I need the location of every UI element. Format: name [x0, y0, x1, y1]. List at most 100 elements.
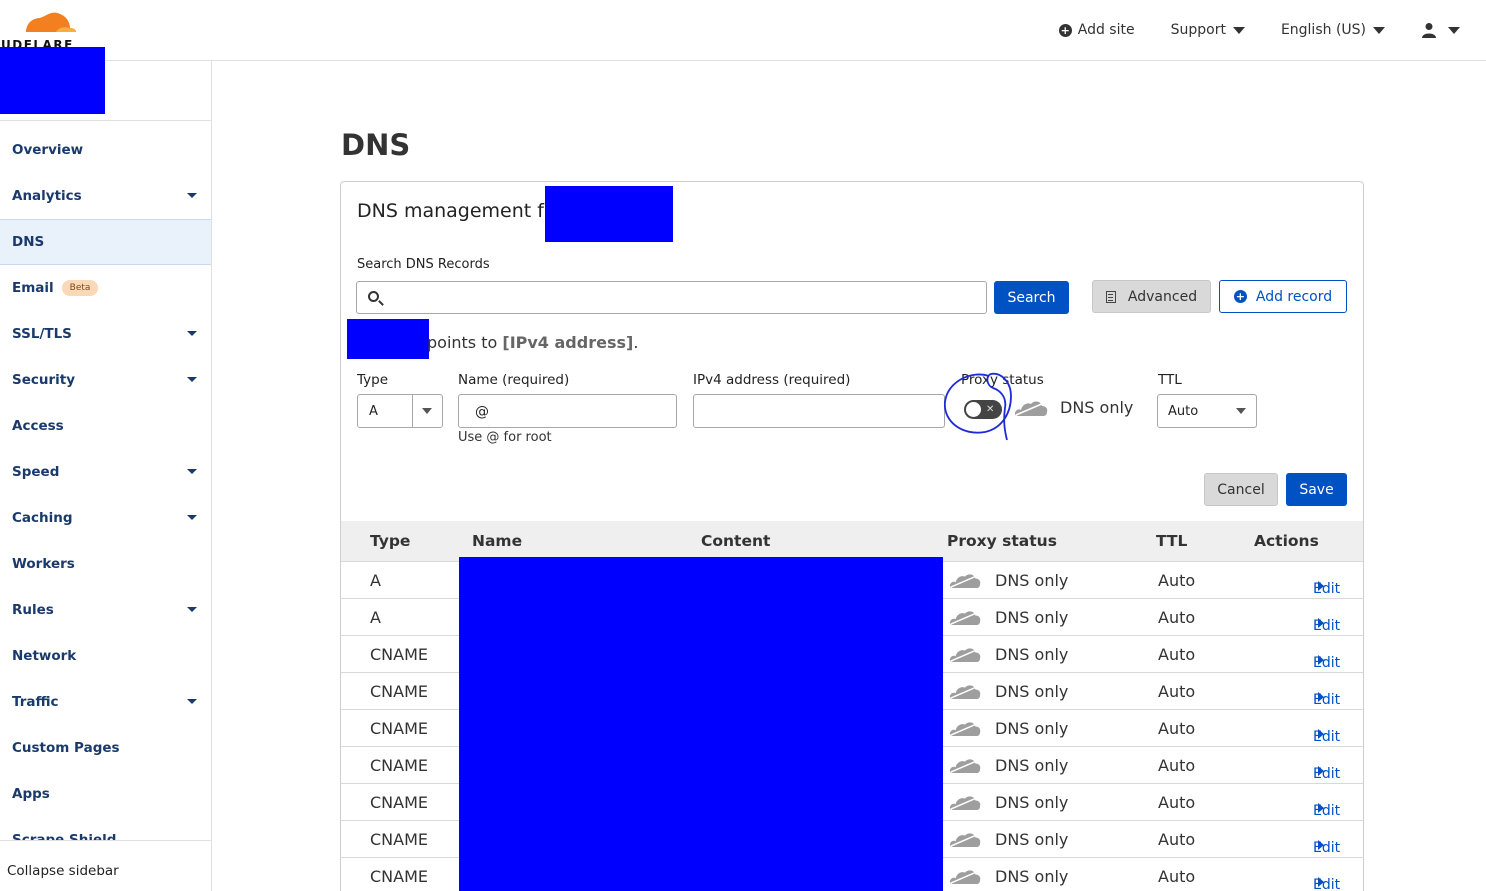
col-actions: Actions [1254, 532, 1319, 550]
cloud-icon [1014, 401, 1048, 416]
type-label: Type [357, 372, 389, 388]
select-divider [412, 395, 413, 427]
sidebar-item-label: Workers [12, 556, 75, 572]
col-proxy-status[interactable]: Proxy status [947, 532, 1057, 550]
add-record-button[interactable]: + Add record [1219, 280, 1347, 313]
cloud-icon [949, 611, 981, 625]
sidebar-item-label: Rules [12, 602, 54, 618]
ttl-select[interactable]: Auto [1157, 394, 1257, 428]
sidebar-item-label: Overview [12, 142, 84, 158]
user-icon [1422, 23, 1436, 38]
sidebar-item-scrape-shield[interactable]: Scrape Shield [0, 817, 211, 841]
name-field[interactable] [458, 394, 677, 428]
card-title: DNS management fo [357, 200, 556, 222]
ipv4-input[interactable] [710, 402, 900, 422]
search-input[interactable] [387, 288, 977, 308]
sidebar-item-analytics[interactable]: Analytics [0, 173, 211, 219]
support-label: Support [1170, 22, 1226, 38]
search-button[interactable]: Search [994, 281, 1069, 314]
domain-redaction [545, 186, 673, 242]
sidebar-item-label: Analytics [12, 188, 82, 204]
sidebar-item-apps[interactable]: Apps [0, 771, 211, 817]
chevron-right-icon [1318, 766, 1324, 776]
chevron-down-icon [187, 515, 197, 520]
col-content[interactable]: Content [701, 532, 770, 550]
row-ttl: Auto [1158, 608, 1196, 627]
proxy-toggle[interactable]: ✕ [964, 400, 1002, 419]
cloud-icon [949, 648, 981, 662]
sidebar-item-speed[interactable]: Speed [0, 449, 211, 495]
sidebar-item-label: SSL/TLS [12, 326, 72, 342]
cancel-button[interactable]: Cancel [1204, 473, 1278, 506]
chevron-right-icon [1318, 803, 1324, 813]
site-redaction [0, 47, 105, 114]
collapse-sidebar-button[interactable]: Collapse sidebar [0, 840, 211, 891]
row-proxy-status: DNS only [995, 608, 1069, 627]
sidebar-item-workers[interactable]: Workers [0, 541, 211, 587]
col-type[interactable]: Type [370, 532, 410, 550]
cloud-icon [949, 833, 981, 847]
top-header: UDFLARE + Add site Support English (US) [0, 0, 1486, 61]
cloudflare-logo[interactable]: UDFLARE [0, 6, 80, 52]
beta-badge: Beta [61, 280, 99, 296]
row-proxy-status: DNS only [995, 793, 1069, 812]
sidebar-item-label: Caching [12, 510, 73, 526]
row-ttl: Auto [1158, 719, 1196, 738]
ttl-label: TTL [1158, 372, 1182, 388]
sidebar-item-access[interactable]: Access [0, 403, 211, 449]
sidebar-item-label: Speed [12, 464, 60, 480]
col-ttl[interactable]: TTL [1156, 532, 1187, 550]
ip-field[interactable] [693, 394, 945, 428]
row-type: CNAME [370, 830, 428, 849]
chevron-down-icon [187, 331, 197, 336]
sidebar-item-label: Security [12, 372, 76, 388]
search-field[interactable] [356, 281, 987, 314]
sidebar-item-dns[interactable]: DNS [0, 219, 211, 265]
sidebar-item-overview[interactable]: Overview [0, 127, 211, 173]
chevron-down-icon [187, 193, 197, 198]
col-name[interactable]: Name [472, 532, 522, 550]
sidebar-item-caching[interactable]: Caching [0, 495, 211, 541]
type-select[interactable]: A [357, 394, 443, 428]
row-proxy-status: DNS only [995, 571, 1069, 590]
chevron-down-icon [187, 607, 197, 612]
sidebar-item-custom-pages[interactable]: Custom Pages [0, 725, 211, 771]
row-ttl: Auto [1158, 645, 1196, 664]
advanced-button[interactable]: Advanced [1092, 280, 1211, 313]
sidebar-item-ssl-tls[interactable]: SSL/TLS [0, 311, 211, 357]
row-proxy-status: DNS only [995, 830, 1069, 849]
chevron-down-icon [187, 377, 197, 382]
row-type: CNAME [370, 682, 428, 701]
user-menu[interactable] [1421, 22, 1460, 38]
language-menu[interactable]: English (US) [1281, 22, 1385, 38]
document-icon [1105, 290, 1116, 303]
hint-prefix: points to [427, 333, 503, 352]
sidebar-item-security[interactable]: Security [0, 357, 211, 403]
chevron-down-icon [1373, 26, 1385, 34]
toggle-knob [966, 402, 981, 417]
save-button[interactable]: Save [1286, 473, 1347, 506]
row-type: CNAME [370, 645, 428, 664]
row-proxy-status: DNS only [995, 682, 1069, 701]
sidebar-item-traffic[interactable]: Traffic [0, 679, 211, 725]
sidebar-nav: Overview Analytics DNS Email Beta SSL/TLS… [0, 127, 211, 841]
chevron-down-icon [1448, 26, 1460, 34]
type-value: A [369, 404, 378, 419]
sidebar-item-email[interactable]: Email Beta [0, 265, 211, 311]
row-type: CNAME [370, 719, 428, 738]
chevron-right-icon [1318, 581, 1324, 591]
chevron-down-icon [187, 699, 197, 704]
add-site-button[interactable]: + Add site [1058, 22, 1135, 38]
support-menu[interactable]: Support [1171, 22, 1245, 38]
row-type: A [370, 608, 381, 627]
sidebar-item-label: DNS [12, 234, 45, 250]
sidebar-item-rules[interactable]: Rules [0, 587, 211, 633]
cloud-icon [949, 796, 981, 810]
chevron-right-icon [1318, 618, 1324, 628]
row-ttl: Auto [1158, 793, 1196, 812]
search-label: Search DNS Records [357, 257, 490, 272]
name-input[interactable] [475, 402, 665, 422]
cloud-logo-icon [26, 12, 76, 32]
sidebar-item-label: Custom Pages [12, 740, 120, 756]
sidebar-item-network[interactable]: Network [0, 633, 211, 679]
